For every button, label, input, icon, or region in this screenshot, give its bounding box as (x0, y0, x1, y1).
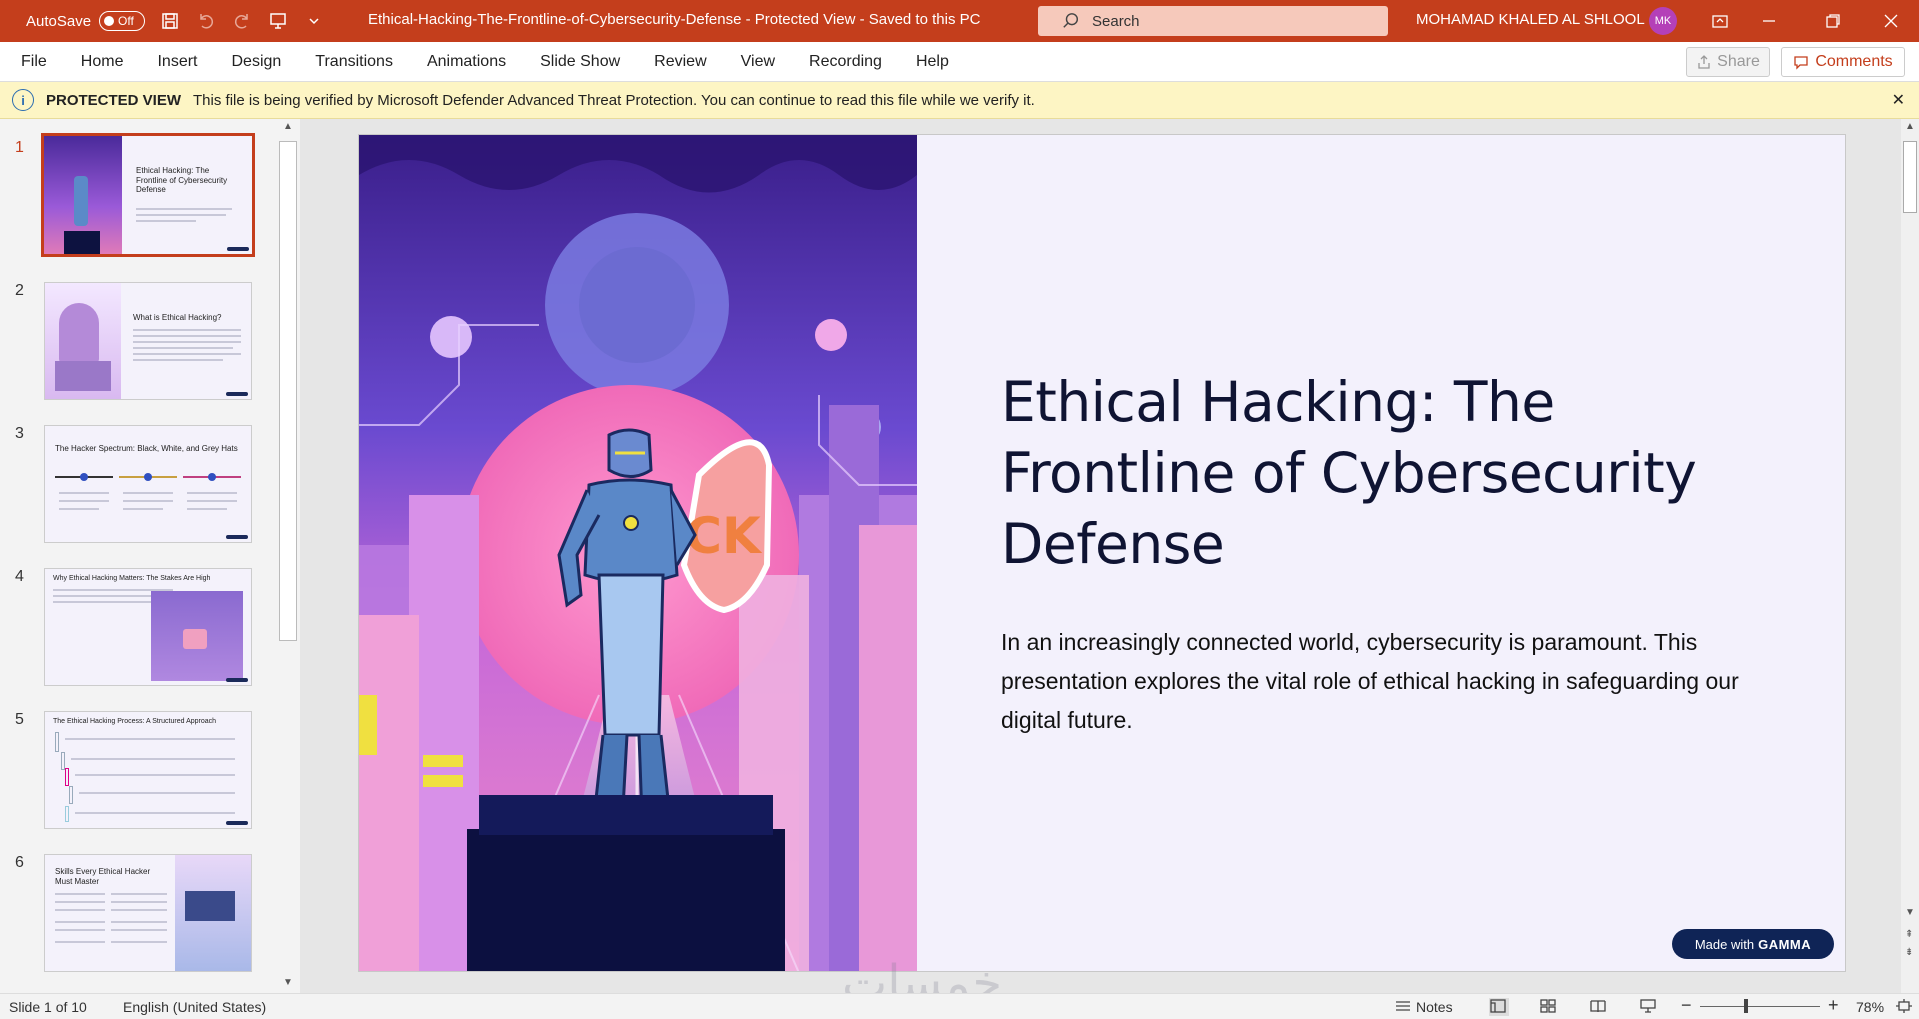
tab-insert[interactable]: Insert (143, 53, 211, 71)
slide-counter: Slide 1 of 10 (9, 999, 87, 1015)
tab-transitions[interactable]: Transitions (301, 53, 407, 71)
scrollbar-thumb[interactable] (279, 141, 297, 641)
info-icon: i (12, 89, 34, 111)
user-name[interactable]: MOHAMAD KHALED AL SHLOOL (1416, 11, 1645, 28)
undo-icon[interactable] (195, 10, 217, 32)
share-icon (1698, 55, 1710, 69)
document-title: Ethical-Hacking-The-Frontline-of-Cyberse… (368, 11, 981, 28)
protected-view-bar: i PROTECTED VIEW This file is being veri… (0, 82, 1919, 119)
thumbnail-title: Why Ethical Hacking Matters: The Stakes … (53, 575, 211, 582)
slide-title[interactable]: Ethical Hacking: The Frontline of Cybers… (1001, 367, 1761, 580)
made-with-gamma-badge[interactable]: Made with GAMMA (1672, 929, 1834, 959)
thumbnail-image: What is Ethical Hacking? (44, 282, 252, 400)
thumbnail-number: 6 (15, 854, 24, 871)
thumbnail-title: What is Ethical Hacking? (133, 313, 222, 322)
slide-show-icon[interactable] (1639, 998, 1659, 1016)
thumbnail-number: 5 (15, 711, 24, 728)
protected-view-label: PROTECTED VIEW (46, 91, 182, 109)
comment-icon (1794, 56, 1808, 70)
thumbnail-number: 4 (15, 568, 24, 585)
search-placeholder: Search (1092, 12, 1140, 30)
thumbnail-number: 1 (15, 139, 24, 156)
thumbnail-image: The Ethical Hacking Process: A Structure… (44, 711, 252, 829)
autosave-label: AutoSave (26, 12, 92, 30)
notes-button[interactable]: Notes (1416, 999, 1453, 1015)
comments-button[interactable]: Comments (1781, 47, 1905, 77)
zoom-out-button[interactable]: − (1681, 995, 1692, 1016)
slide-canvas: CK Ethical Hacking: The Frontline of Cyb… (358, 134, 1846, 972)
reading-view-icon[interactable] (1589, 998, 1609, 1016)
tab-home[interactable]: Home (67, 53, 138, 71)
thumbnail-number: 3 (15, 425, 24, 442)
autosave-toggle[interactable]: Off (99, 11, 146, 31)
tab-file[interactable]: File (7, 53, 61, 71)
status-bar: Slide 1 of 10 English (United States) No… (0, 993, 1919, 1019)
avatar[interactable]: MK (1649, 7, 1677, 35)
scroll-up-icon[interactable]: ▲ (283, 121, 293, 132)
protected-view-message: This file is being verified by Microsoft… (193, 91, 1035, 109)
slide-sorter-icon[interactable] (1539, 998, 1559, 1016)
zoom-slider[interactable] (1700, 1006, 1820, 1007)
close-window-icon[interactable] (1878, 8, 1904, 34)
customize-toolbar-icon[interactable] (303, 10, 325, 32)
scroll-down-icon[interactable]: ▼ (1905, 907, 1915, 918)
shield-letters: CK (685, 507, 763, 565)
close-icon[interactable]: ✕ (1892, 90, 1905, 110)
redo-icon[interactable] (231, 10, 253, 32)
cyber-knight-illustration: CK (359, 135, 917, 971)
next-slide-icon[interactable]: ⇟ (1905, 947, 1913, 958)
language-indicator[interactable]: English (United States) (123, 999, 266, 1015)
thumbnail-title: Skills Every Ethical Hacker Must Master (55, 867, 151, 886)
zoom-in-button[interactable]: + (1828, 995, 1839, 1016)
zoom-level[interactable]: 78% (1856, 999, 1884, 1015)
scroll-down-icon[interactable]: ▼ (283, 977, 293, 988)
share-label: Share (1717, 53, 1760, 70)
normal-view-icon[interactable] (1489, 998, 1509, 1016)
slide-body-text[interactable]: In an increasingly connected world, cybe… (1001, 623, 1761, 740)
thumbnail-image: Skills Every Ethical Hacker Must Master (44, 854, 252, 972)
scrollbar-thumb[interactable] (1903, 141, 1917, 213)
thumbnail-image: The Hacker Spectrum: Black, White, and G… (44, 425, 252, 543)
zoom-slider-handle[interactable] (1744, 999, 1748, 1013)
slide-scrollbar[interactable]: ▲ ▼ ⇞ ⇟ (1901, 119, 1919, 993)
thumbnail-scrollbar[interactable]: ▲ ▼ (279, 121, 297, 991)
thumbnail-title: The Ethical Hacking Process: A Structure… (53, 718, 217, 725)
tab-view[interactable]: View (727, 53, 789, 71)
restore-icon[interactable] (1820, 8, 1846, 34)
tab-animations[interactable]: Animations (413, 53, 520, 71)
tab-recording[interactable]: Recording (795, 53, 896, 71)
thumbnail-number: 2 (15, 282, 24, 299)
ribbon-tabs: File Home Insert Design Transitions Anim… (0, 42, 1919, 82)
comments-label: Comments (1815, 53, 1893, 70)
minimize-icon[interactable] (1756, 8, 1782, 34)
search-box[interactable]: Search (1038, 6, 1388, 36)
save-icon[interactable] (159, 10, 181, 32)
gamma-badge-prefix: Made with (1694, 936, 1755, 952)
ribbon-display-options-icon[interactable] (1707, 8, 1733, 34)
fit-to-window-icon[interactable] (1895, 998, 1915, 1016)
notes-icon[interactable] (1394, 998, 1414, 1016)
thumbnail-title: Ethical Hacking: The Frontline of Cybers… (136, 166, 228, 195)
tab-slide-show[interactable]: Slide Show (526, 53, 634, 71)
share-button[interactable]: Share (1686, 47, 1770, 77)
present-icon[interactable] (267, 10, 289, 32)
search-icon (1063, 13, 1079, 28)
thumbnail-title: The Hacker Spectrum: Black, White, and G… (55, 444, 238, 453)
slide-thumbnail-pane: 1 Ethical Hacking: The Frontline of Cybe… (0, 119, 300, 993)
autosave-state: Off (118, 14, 134, 28)
tab-help[interactable]: Help (902, 53, 963, 71)
thumbnail-image: Ethical Hacking: The Frontline of Cybers… (41, 133, 255, 257)
tab-review[interactable]: Review (640, 53, 720, 71)
gamma-badge-brand: GAMMA (1758, 936, 1812, 952)
previous-slide-icon[interactable]: ⇞ (1905, 929, 1913, 940)
scroll-up-icon[interactable]: ▲ (1905, 121, 1915, 132)
tab-design[interactable]: Design (217, 53, 295, 71)
thumbnail-image: Why Ethical Hacking Matters: The Stakes … (44, 568, 252, 686)
autosave-control[interactable]: AutoSave Off (26, 11, 146, 31)
